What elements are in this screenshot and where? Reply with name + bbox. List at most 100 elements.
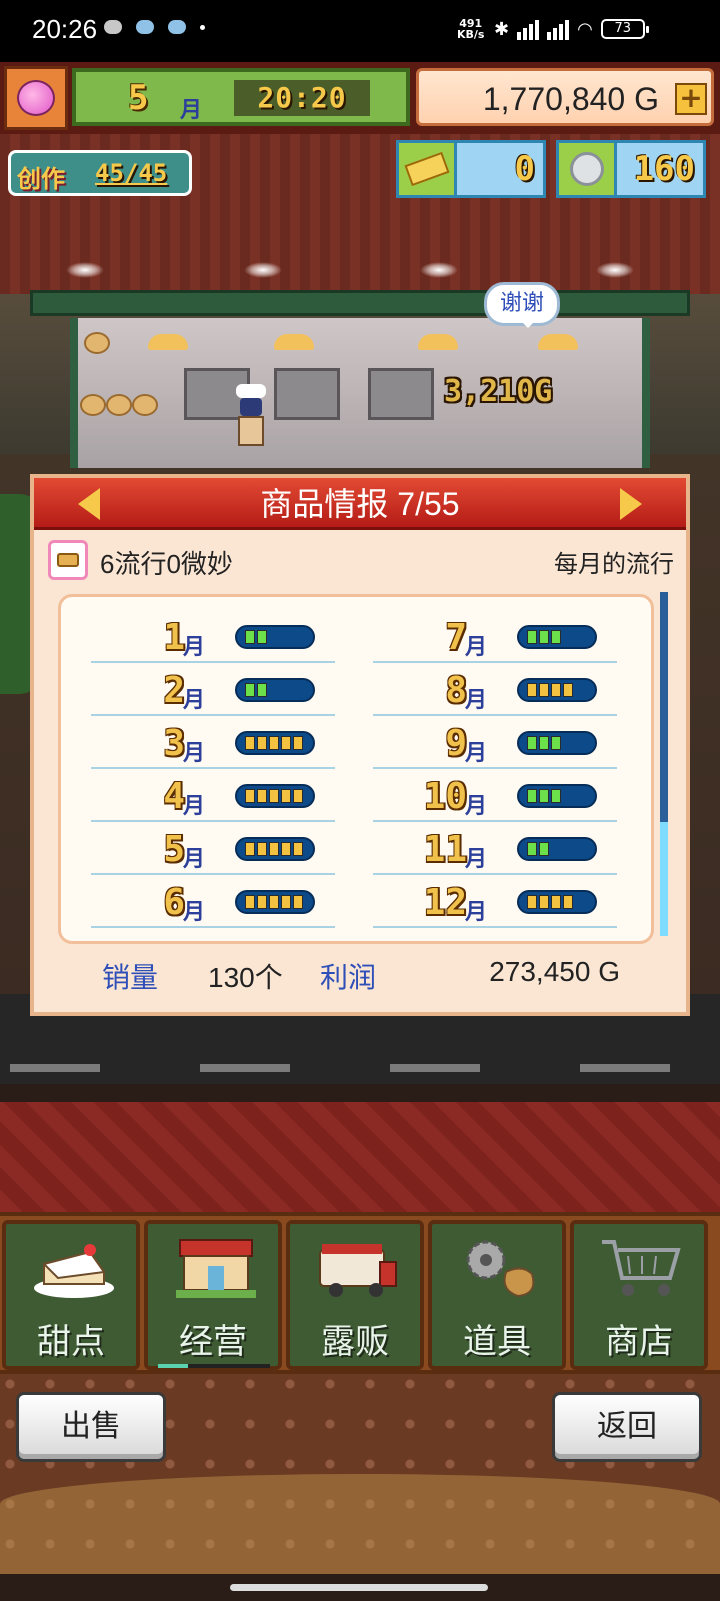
cotton-candy-tree-icon: [17, 80, 55, 116]
light-icon: [66, 262, 104, 278]
month-unit: 月: [465, 688, 488, 713]
month-unit: 月: [183, 635, 206, 660]
scrollbar[interactable]: [660, 592, 668, 936]
month-number: 11: [423, 829, 467, 870]
creation-counter[interactable]: 创作 45/45: [8, 150, 192, 196]
month-number: 4: [163, 776, 185, 817]
trend-level-cell: [527, 789, 537, 803]
trend-level-cell: [539, 895, 549, 909]
gold-amount: 1,770,840 G: [482, 81, 659, 117]
trend-level-cell: [293, 895, 303, 909]
month-trend-row: 8月: [373, 664, 617, 716]
month-unit: 月: [183, 688, 206, 713]
network-speed-unit: KB/s: [457, 28, 485, 41]
game-screen: 20:26 491 KB/s ✱ ◠ 73 5 月 20:20 1,770,84…: [0, 0, 720, 1601]
prev-product-arrow-icon[interactable]: [78, 488, 100, 520]
decorative-plate: [0, 1474, 720, 1574]
trend-level-cell: [281, 842, 291, 856]
month-number: 1: [163, 617, 185, 658]
trend-level-cell: [257, 789, 267, 803]
lamp-icon: [538, 334, 578, 350]
nav-label: 商店: [605, 1323, 673, 1361]
signal-icon: [547, 18, 570, 40]
month-number: 2: [163, 670, 185, 711]
bread-icon: [84, 332, 110, 354]
month-number: 10: [423, 776, 467, 817]
month-trend-row: 1月: [91, 611, 335, 663]
month-unit: 月: [465, 741, 488, 766]
battery-icon: 73: [600, 19, 649, 39]
trend-level-cell: [563, 895, 573, 909]
trend-level-cell: [257, 842, 267, 856]
active-tab-indicator: [158, 1364, 270, 1368]
lamp-icon: [418, 334, 458, 350]
trend-bar: [517, 784, 597, 808]
sell-button[interactable]: 出售: [16, 1392, 166, 1462]
next-product-arrow-icon[interactable]: [620, 488, 642, 520]
month-unit: 月: [180, 98, 203, 123]
trend-level-cell: [551, 736, 561, 750]
trend-level-cell: [551, 789, 561, 803]
gold-bar-counter[interactable]: 0: [396, 140, 546, 198]
oven: [274, 368, 340, 420]
monthly-trend-list[interactable]: 1 月 2 月 3 月 4 月 5 月 6 月 7 月 8 月 9 月 10 月 11 月 12 月: [58, 594, 654, 944]
month-trend-row: 11 月: [373, 823, 617, 875]
home-indicator[interactable]: [230, 1584, 488, 1591]
sales-stats: 销量 130个 利润 273,450 G: [34, 950, 686, 1000]
trend-summary: 6流行0微妙 每月的流行: [48, 540, 674, 580]
sales-value: 130个: [208, 962, 283, 993]
nav-item-food-truck[interactable]: 露贩: [286, 1220, 424, 1370]
silver-coin-icon: [559, 143, 617, 195]
nav-item-items[interactable]: 道具: [428, 1220, 566, 1370]
notification-app-icon: [168, 20, 186, 34]
month-unit: 月: [465, 635, 488, 660]
status-bar: 20:26 491 KB/s ✱ ◠ 73: [0, 0, 720, 62]
nav-label: 甜点: [37, 1323, 105, 1361]
trend-summary-text: 6流行0微妙: [100, 549, 233, 579]
oven: [368, 368, 434, 420]
light-icon: [420, 262, 458, 278]
trend-bar: [235, 784, 315, 808]
trend-bar: [235, 837, 315, 861]
nav-item-management[interactable]: 经营: [144, 1220, 282, 1370]
gold-display: 1,770,840 G +: [416, 68, 714, 126]
back-button[interactable]: 返回: [552, 1392, 702, 1462]
food-truck-icon: [319, 1244, 397, 1297]
month-number: 8: [445, 670, 467, 711]
trend-bar: [235, 678, 315, 702]
silver-coin-counter[interactable]: 160: [556, 140, 706, 198]
system-status: ✱ ◠ 73: [494, 18, 649, 40]
trend-bar: [235, 731, 315, 755]
avatar[interactable]: [4, 66, 68, 130]
trend-level-cell: [269, 736, 279, 750]
product-icon: [48, 540, 88, 580]
lamp-icon: [148, 334, 188, 350]
month-trend-row: 12 月: [373, 876, 617, 928]
month-unit: 月: [183, 900, 206, 925]
month-number: 6: [163, 882, 185, 923]
nav-item-dessert[interactable]: 甜点: [2, 1220, 140, 1370]
status-time: 20:26: [32, 14, 98, 44]
trend-level-cell: [257, 683, 267, 697]
silver-coin-count: 160: [633, 149, 695, 189]
lamp-icon: [274, 334, 314, 350]
trend-bar: [517, 837, 597, 861]
trend-level-cell: [551, 895, 561, 909]
bread-icon: [80, 394, 106, 416]
month-number: 9: [445, 723, 467, 764]
trend-level-cell: [257, 895, 267, 909]
add-gold-button[interactable]: +: [675, 83, 707, 115]
scrollbar-thumb[interactable]: [660, 822, 668, 936]
game-clock: 20:20: [234, 80, 370, 116]
month-number: 5: [128, 78, 149, 118]
gold-bar-count: 0: [514, 149, 535, 189]
notification-app-icon: [136, 20, 154, 34]
speech-bubble: 谢谢: [484, 282, 560, 328]
month-number: 3: [163, 723, 185, 764]
month-unit: 月: [183, 741, 206, 766]
nav-label: 露贩: [321, 1323, 389, 1361]
trend-level-cell: [539, 736, 549, 750]
nav-item-store[interactable]: 商店: [570, 1220, 708, 1370]
notification-app-icon: [104, 20, 122, 34]
trend-level-cell: [527, 842, 537, 856]
